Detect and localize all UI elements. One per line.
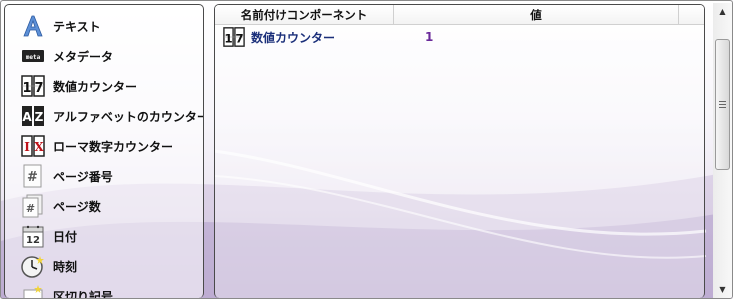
svg-text:7: 7 bbox=[34, 81, 43, 96]
grid-header: 名前付けコンポーネント 値 bbox=[215, 5, 704, 25]
palette-item-label: 数値カウンター bbox=[53, 79, 138, 94]
palette-item-label: アルファベットのカウンター bbox=[53, 109, 204, 124]
palette-item-numeric-counter[interactable]: 1 7 数値カウンター bbox=[5, 71, 203, 101]
svg-text:A: A bbox=[22, 110, 32, 124]
table-row[interactable]: 1 7 数値カウンター 1 bbox=[215, 25, 704, 49]
row-component-name: 数値カウンター bbox=[251, 30, 336, 45]
scroll-up-arrow-icon[interactable]: ▲ bbox=[713, 3, 732, 20]
row-component-value[interactable]: 1 bbox=[425, 30, 433, 44]
scroll-down-arrow-icon[interactable]: ▼ bbox=[713, 281, 732, 298]
palette-item-text[interactable]: テキスト テキスト bbox=[5, 11, 203, 41]
dialog-frame: テキスト テキスト meta メタデータ bbox=[0, 0, 733, 299]
numeric-counter-icon: 1 7 bbox=[223, 26, 245, 48]
meta-icon: meta bbox=[21, 44, 45, 68]
palette-item-label: 区切り記号 bbox=[53, 289, 114, 299]
palette-item-label: ページ数 bbox=[53, 199, 101, 214]
text-icon: テキスト bbox=[21, 14, 45, 38]
numeric-counter-icon: 1 7 bbox=[21, 74, 45, 98]
svg-text:7: 7 bbox=[235, 32, 243, 46]
roman-counter-icon: I X bbox=[21, 134, 45, 158]
palette-item-separator[interactable]: 区切り記号 bbox=[5, 281, 203, 298]
vertical-scrollbar[interactable]: ▲ ▼ bbox=[713, 3, 732, 298]
palette-item-label: メタデータ bbox=[53, 49, 114, 64]
palette-item-label: 時刻 bbox=[53, 259, 78, 274]
date-icon: 12 bbox=[21, 224, 45, 248]
palette-item-label: テキスト bbox=[53, 19, 101, 34]
palette-item-page-count[interactable]: # ページ数 bbox=[5, 191, 203, 221]
page-number-icon: # bbox=[21, 164, 45, 188]
svg-text:I: I bbox=[24, 140, 30, 154]
svg-text:#: # bbox=[27, 170, 38, 185]
palette-item-label: ローマ数字カウンター bbox=[53, 139, 174, 154]
svg-text:X: X bbox=[34, 140, 44, 154]
svg-text:1: 1 bbox=[224, 32, 232, 46]
palette-item-alpha-counter[interactable]: A Z アルファベットのカウンター bbox=[5, 101, 203, 131]
alpha-counter-icon: A Z bbox=[21, 104, 45, 128]
palette-item-date[interactable]: 12 日付 bbox=[5, 221, 203, 251]
scrollbar-thumb[interactable] bbox=[715, 39, 730, 170]
page-count-icon: # bbox=[21, 194, 45, 218]
palette-item-label: 日付 bbox=[53, 229, 78, 244]
separator-icon bbox=[21, 284, 45, 298]
column-header-value[interactable]: 値 bbox=[394, 5, 679, 24]
component-palette: テキスト テキスト meta メタデータ bbox=[4, 4, 204, 298]
palette-item-page-number[interactable]: # ページ番号 bbox=[5, 161, 203, 191]
column-header-name[interactable]: 名前付けコンポーネント bbox=[215, 5, 394, 24]
svg-text:#: # bbox=[26, 202, 35, 215]
palette-item-time[interactable]: 時刻 bbox=[5, 251, 203, 281]
svg-text:Z: Z bbox=[35, 110, 44, 124]
column-header-filler bbox=[679, 5, 704, 24]
time-icon bbox=[21, 254, 45, 278]
svg-text:12: 12 bbox=[26, 235, 40, 246]
meta-icon-text: meta bbox=[26, 54, 41, 61]
naming-component-grid: 名前付けコンポーネント 値 1 7 数値カウンター 1 bbox=[214, 4, 705, 298]
svg-text:1: 1 bbox=[22, 81, 31, 96]
palette-item-roman-counter[interactable]: I X ローマ数字カウンター bbox=[5, 131, 203, 161]
palette-item-label: ページ番号 bbox=[53, 169, 113, 184]
palette-item-metadata[interactable]: meta メタデータ bbox=[5, 41, 203, 71]
grip-icon bbox=[719, 101, 726, 108]
